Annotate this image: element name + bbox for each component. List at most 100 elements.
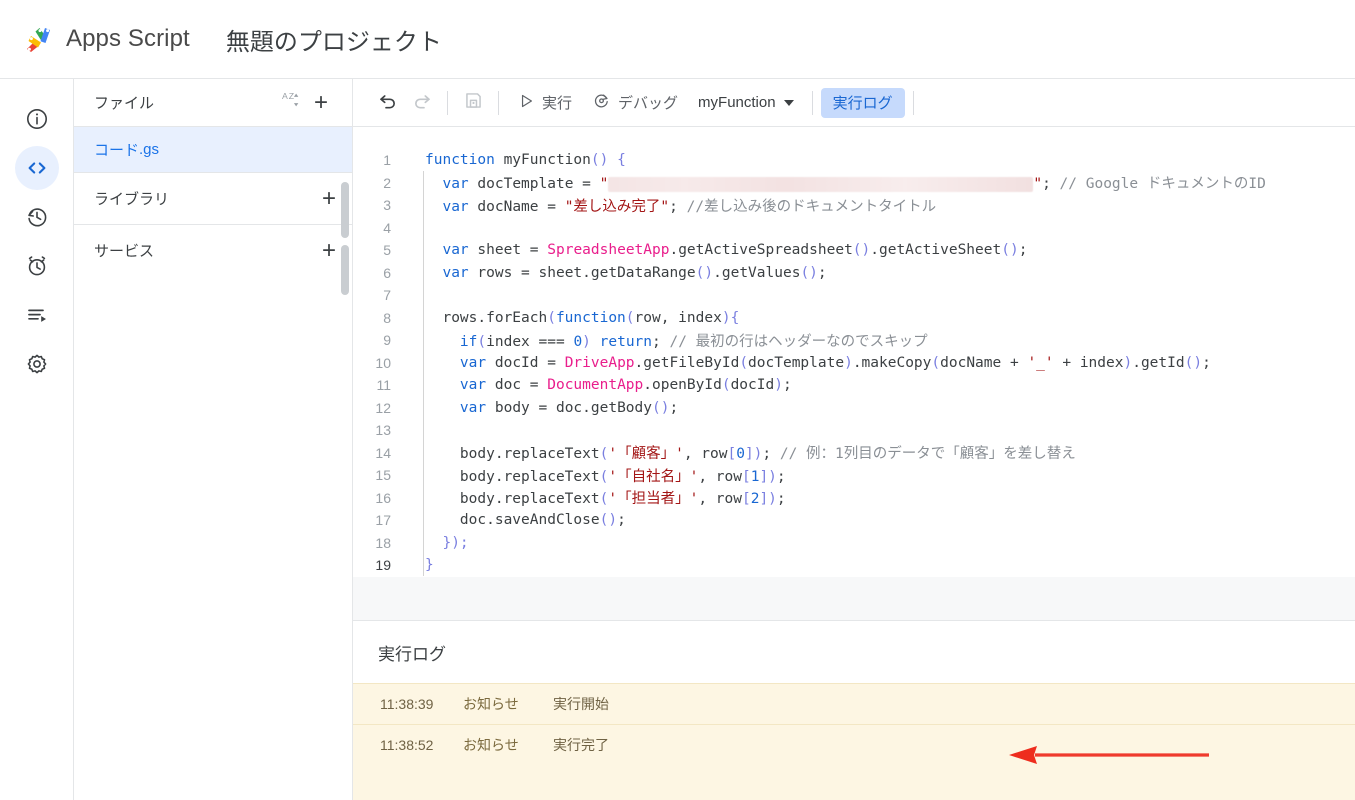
code-text[interactable]: function myFunction() {	[407, 152, 626, 168]
code-token: , row	[698, 468, 742, 485]
svg-text:A: A	[282, 91, 288, 101]
sidebar-item-editor[interactable]	[14, 146, 59, 190]
code-line[interactable]: 1 function myFunction() {	[353, 149, 1355, 172]
undo-button[interactable]	[371, 86, 405, 120]
alarm-clock-icon	[25, 254, 49, 278]
code-line[interactable]: 14 body.replaceText('「顧客」', row[0]); // …	[353, 442, 1355, 465]
code-line[interactable]: 3 var docName = "差し込み完了"; //差し込み後のドキュメント…	[353, 194, 1355, 217]
code-token: function	[425, 152, 495, 169]
code-text[interactable]: var rows = sheet.getDataRange().getValue…	[407, 264, 826, 281]
code-text[interactable]: body.replaceText('「顧客」', row[0]); // 例：1…	[407, 442, 1076, 463]
code-line[interactable]: 12 var body = doc.getBody();	[353, 397, 1355, 420]
code-text[interactable]: var body = doc.getBody();	[407, 400, 678, 416]
code-token: , row	[683, 446, 728, 463]
code-line[interactable]: 5 var sheet = SpreadsheetApp.getActiveSp…	[353, 239, 1355, 262]
file-list-item[interactable]: コード .gs	[74, 127, 352, 172]
sidebar-item-history[interactable]	[15, 195, 59, 239]
code-line[interactable]: 6 var rows = sheet.getDataRange().getVal…	[353, 262, 1355, 285]
sidebar-item-triggers[interactable]	[15, 244, 59, 288]
code-line[interactable]: 19}	[353, 554, 1355, 577]
code-token: ;	[1018, 242, 1028, 259]
code-text[interactable]: var docId = DriveApp.getFileById(docTemp…	[407, 355, 1211, 371]
sidebar-item-executions[interactable]	[15, 293, 59, 337]
function-select-value: myFunction	[698, 94, 776, 111]
file-extension: .gs	[139, 141, 160, 158]
debug-button[interactable]: デバッグ	[582, 86, 688, 120]
add-file-button[interactable]: +	[306, 88, 336, 118]
editor-toolbar: 実行 デバッグ myFunction 実行ログ	[353, 79, 1355, 127]
libraries-section[interactable]: ライブラリ +	[74, 172, 352, 224]
log-row[interactable]: 11:38:52 お知らせ 実行完了	[353, 724, 1355, 765]
code-line[interactable]: 15 body.replaceText('「自社名」', row[1]);	[353, 464, 1355, 487]
code-token: .getFileById	[634, 354, 740, 371]
save-button[interactable]	[456, 86, 490, 120]
log-row[interactable]: 11:38:39 お知らせ 実行開始	[353, 683, 1355, 724]
add-library-icon[interactable]: +	[322, 186, 336, 211]
editor-empty-space[interactable]	[353, 576, 1355, 620]
code-token: .openById	[643, 377, 722, 394]
file-panel-scrollbar-a[interactable]	[341, 182, 349, 238]
line-number: 1	[383, 152, 391, 169]
code-token: //差し込み後のドキュメントタイトル	[677, 198, 937, 215]
code-text[interactable]: body.replaceText('「自社名」', row[1]);	[407, 465, 786, 486]
file-panel-scrollbar-b[interactable]	[341, 245, 349, 295]
code-line[interactable]: 4	[353, 217, 1355, 240]
code-line[interactable]: 11 var doc = DocumentApp.openById(docId)…	[353, 374, 1355, 397]
code-text[interactable]: var sheet = SpreadsheetApp.getActiveSpre…	[407, 242, 1027, 258]
function-select[interactable]: myFunction	[688, 86, 804, 120]
code-text[interactable]: rows.forEach(function(row, index){	[407, 310, 739, 326]
code-token: ()	[652, 399, 670, 416]
code-token: '「顧客」'	[608, 446, 684, 463]
code-text[interactable]: body.replaceText('「担当者」', row[2]);	[407, 487, 786, 508]
code-line[interactable]: 7	[353, 284, 1355, 307]
sidebar-item-settings[interactable]	[15, 342, 59, 386]
code-lines[interactable]: 1 function myFunction() { 2 var docTemplat…	[353, 127, 1355, 577]
code-editor[interactable]: 1 function myFunction() { 2 var docTemplat…	[353, 127, 1355, 620]
execution-log-toggle[interactable]: 実行ログ	[820, 87, 905, 118]
sort-az-button[interactable]: A Z	[276, 88, 306, 118]
apps-script-window: Apps Script 無題のプロジェクト ファイル A Z + コード .gs…	[0, 0, 1355, 800]
code-text[interactable]: }	[407, 557, 434, 573]
code-line[interactable]: 13	[353, 419, 1355, 442]
add-service-icon[interactable]: +	[322, 238, 336, 263]
workspace: ファイル A Z + コード .gs ライブラリ + サービス + 実行 デバッ…	[0, 79, 1355, 800]
code-text[interactable]: if(index === 0) return; // 最初の行はヘッダーなのでス…	[407, 330, 928, 351]
code-token: if	[459, 333, 478, 350]
code-token: docId =	[486, 354, 565, 371]
code-text[interactable]: doc.saveAndClose();	[407, 512, 626, 528]
code-token: (	[721, 377, 731, 394]
line-number: 8	[383, 309, 391, 326]
services-section[interactable]: サービス +	[74, 224, 352, 276]
sidebar-item-overview[interactable]	[15, 97, 59, 141]
toolbar-divider-2	[498, 90, 499, 115]
code-line[interactable]: 2 var docTemplate = " "; // Google ドキュメント…	[353, 172, 1355, 195]
code-token: DocumentApp	[547, 377, 644, 394]
code-line[interactable]: 18 });	[353, 532, 1355, 555]
page-title[interactable]: 無題のプロジェクト	[226, 22, 442, 57]
gear-icon	[25, 352, 49, 376]
line-number: 2	[383, 174, 391, 191]
code-token: });	[442, 534, 469, 551]
code-line[interactable]: 10 var docId = DriveApp.getFileById(docT…	[353, 352, 1355, 375]
file-name: コード	[94, 142, 140, 159]
file-explorer-title: ファイル	[94, 95, 155, 112]
code-line[interactable]: 9 if(index === 0) return; // 最初の行はヘッダーなの…	[353, 329, 1355, 352]
code-text[interactable]: var doc = DocumentApp.openById(docId);	[407, 377, 792, 393]
code-token: ;	[617, 512, 626, 529]
code-text[interactable]: var docTemplate = " "; // Google ドキュメントのI…	[407, 172, 1265, 193]
code-token: ;	[669, 198, 678, 215]
code-line[interactable]: 17 doc.saveAndClose();	[353, 509, 1355, 532]
code-text[interactable]: var docName = "差し込み完了"; //差し込み後のドキュメントタイ…	[407, 195, 936, 216]
code-text[interactable]: });	[407, 534, 469, 551]
code-token: '「担当者」'	[608, 491, 699, 508]
code-token: var	[442, 264, 469, 281]
code-token: sheet =	[468, 242, 548, 259]
run-button[interactable]: 実行	[507, 86, 582, 120]
code-line[interactable]: 8 rows.forEach(function(row, index){	[353, 307, 1355, 330]
code-token: (	[739, 354, 749, 371]
history-icon	[25, 205, 49, 229]
code-line[interactable]: 16 body.replaceText('「担当者」', row[2]);	[353, 487, 1355, 510]
redo-button[interactable]	[405, 86, 439, 120]
